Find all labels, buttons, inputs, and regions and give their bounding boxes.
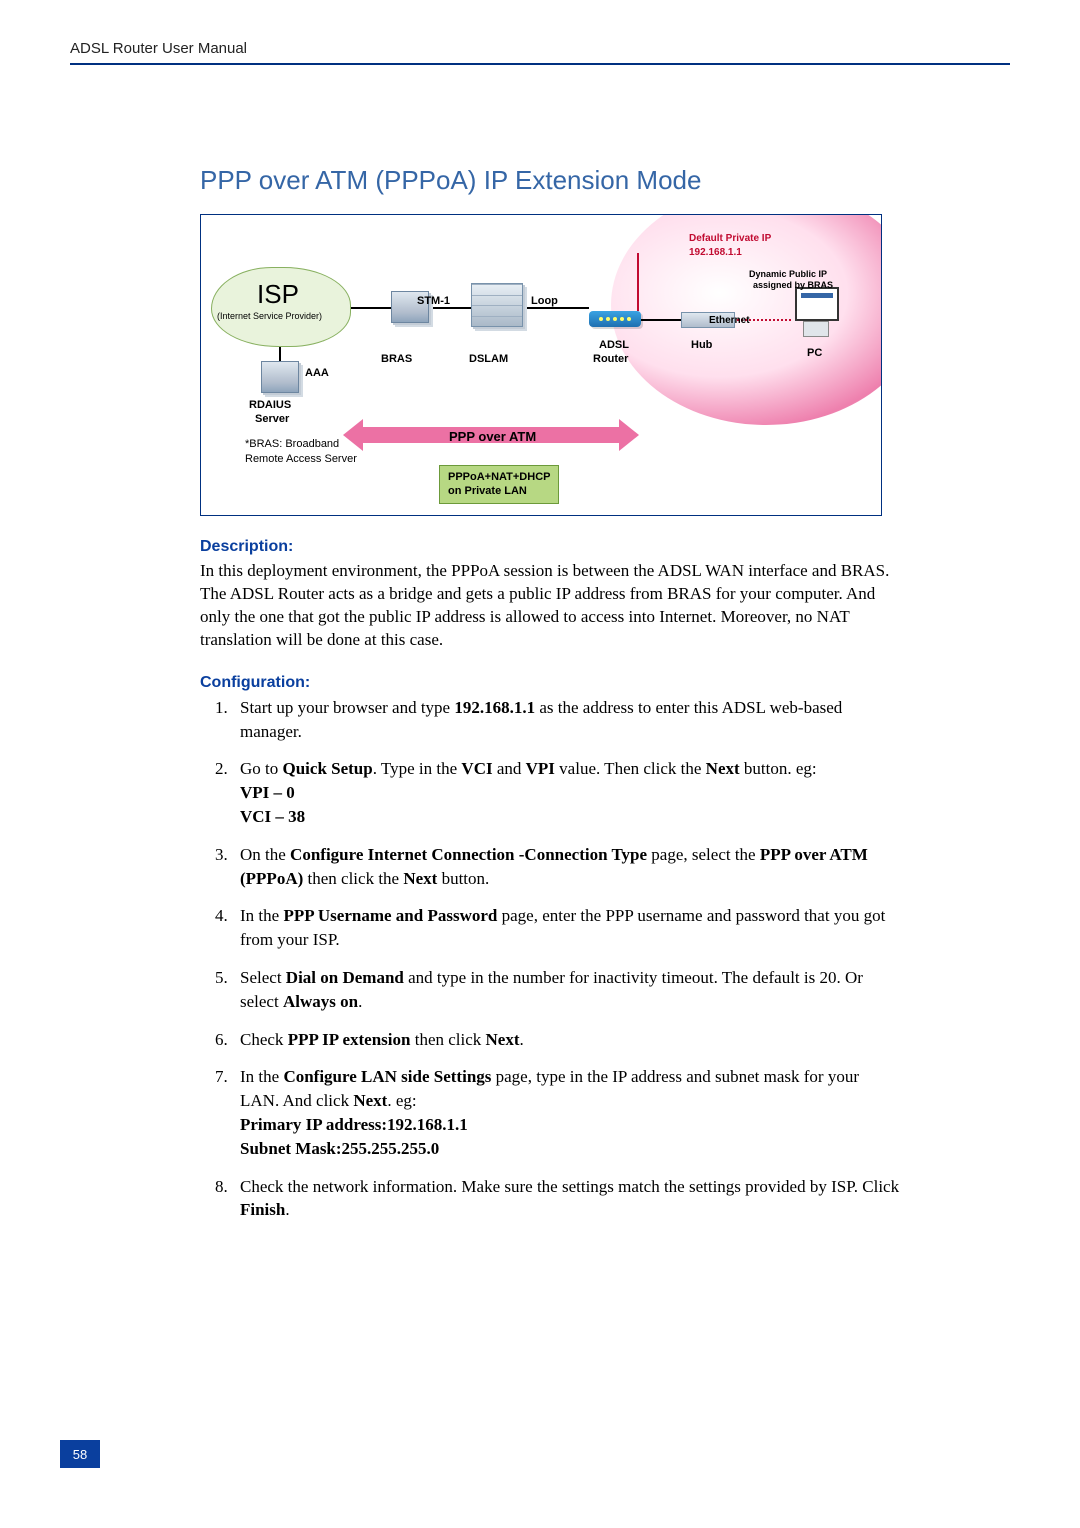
step-7: In the Configure LAN side Settings page,… — [232, 1065, 900, 1160]
line-isp-bras — [351, 307, 391, 309]
dslam-icon — [471, 283, 523, 327]
loop-label: Loop — [531, 295, 558, 307]
badge-line2: on Private LAN — [448, 485, 527, 497]
ppp-over-atm-label: PPP over ATM — [449, 429, 536, 444]
default-ip-1: Default Private IP — [689, 233, 771, 244]
dynamic-ip-2: assigned by BRAS — [753, 280, 833, 290]
aaa-label: AAA — [305, 367, 329, 379]
dslam-label: DSLAM — [469, 353, 508, 365]
dynamic-ip-1: Dynamic Public IP — [749, 269, 827, 279]
adsl-label-2: Router — [593, 353, 628, 365]
isp-sublabel: (Internet Service Provider) — [217, 311, 322, 321]
page-title: PPP over ATM (PPPoA) IP Extension Mode — [200, 165, 1010, 196]
step-8: Check the network information. Make sure… — [232, 1175, 900, 1223]
adsl-label-1: ADSL — [599, 339, 629, 351]
step-5: Select Dial on Demand and type in the nu… — [232, 966, 900, 1014]
aaa-server-icon — [261, 361, 299, 393]
hub-label: Hub — [691, 339, 712, 351]
pc-label: PC — [807, 347, 822, 359]
line-dslam-adsl — [523, 307, 589, 309]
ethernet-label: Ethernet — [709, 315, 750, 326]
default-ip-2: 192.168.1.1 — [689, 247, 742, 258]
step-4: In the PPP Username and Password page, e… — [232, 904, 900, 952]
bras-label: BRAS — [381, 353, 412, 365]
configuration-steps: Start up your browser and type 192.168.1… — [200, 696, 900, 1222]
pppoa-badge: PPPoA+NAT+DHCP on Private LAN — [439, 465, 559, 504]
line-bras-dslam — [427, 307, 471, 309]
step-6: Check PPP IP extension then click Next. — [232, 1028, 900, 1052]
page-header: ADSL Router User Manual — [70, 40, 1010, 65]
default-ip-pointer — [637, 253, 639, 311]
line-isp-aaa — [279, 347, 281, 361]
step-2: Go to Quick Setup. Type in the VCI and V… — [232, 757, 900, 828]
network-diagram: ISP (Internet Service Provider) — [200, 214, 882, 516]
isp-label: ISP — [257, 279, 299, 310]
badge-line1: PPPoA+NAT+DHCP — [448, 471, 550, 483]
adsl-router-icon — [589, 311, 641, 327]
configuration-heading: Configuration: — [200, 674, 900, 692]
rdaius-label-1: RDAIUS — [249, 399, 291, 411]
rdaius-label-2: Server — [255, 413, 289, 425]
step-3: On the Configure Internet Connection -Co… — [232, 843, 900, 891]
line-adsl-hub — [641, 319, 681, 321]
bras-note-1: *BRAS: Broadband — [245, 438, 339, 450]
pc-icon — [791, 287, 841, 337]
page-number: 58 — [60, 1440, 100, 1468]
description-heading: Description: — [200, 538, 900, 556]
stm1-label: STM-1 — [417, 295, 450, 307]
step-1: Start up your browser and type 192.168.1… — [232, 696, 900, 744]
description-text: In this deployment environment, the PPPo… — [200, 560, 900, 652]
bras-note-2: Remote Access Server — [245, 453, 357, 465]
